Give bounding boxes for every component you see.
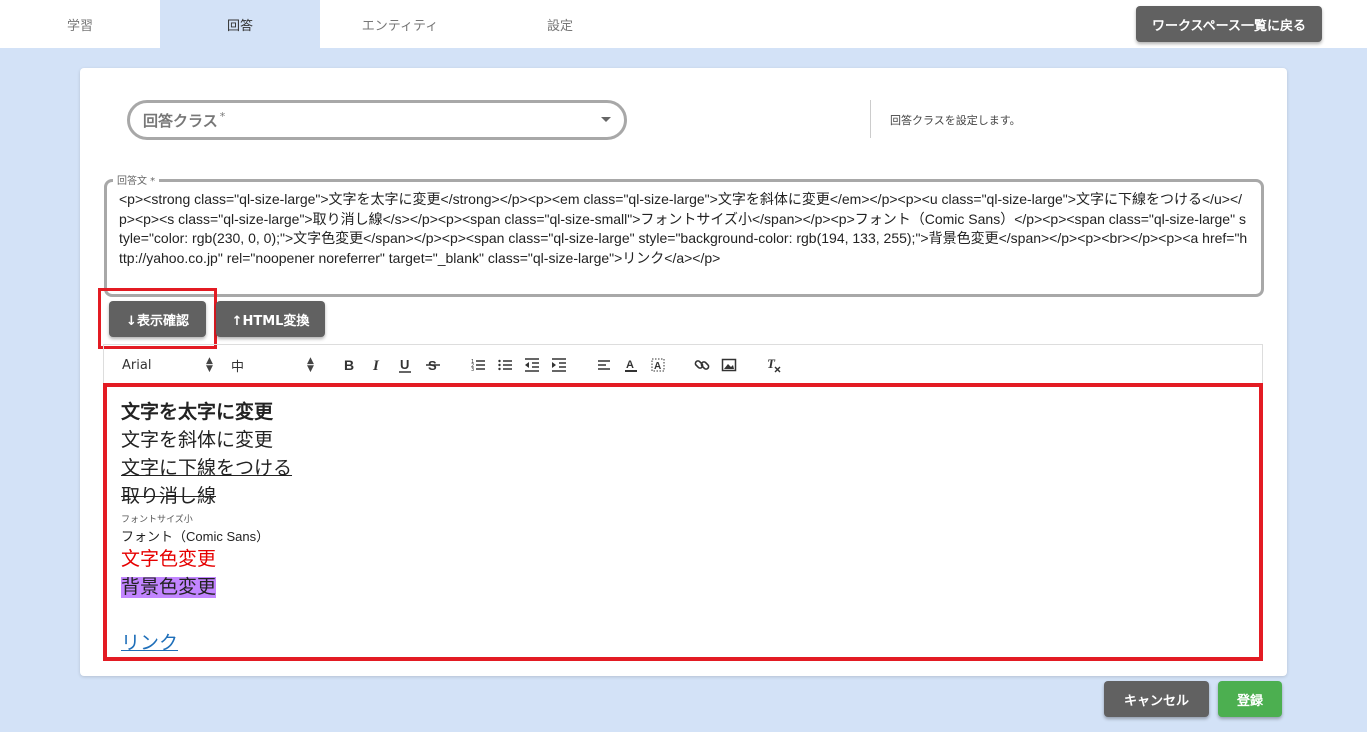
empty-line — [121, 602, 1245, 630]
size-select[interactable]: 中 ▲ ▼ — [231, 345, 321, 385]
background-color-text: 背景色変更 — [121, 577, 217, 598]
divider — [870, 100, 871, 138]
back-to-workspaces-button[interactable]: ワークスペース一覧に戻る — [1135, 6, 1322, 42]
clear-format-icon[interactable]: T — [766, 357, 782, 373]
svg-text:B: B — [344, 357, 354, 373]
preview-button[interactable]: ↓表示確認 — [109, 301, 206, 337]
save-button[interactable]: 登録 — [1218, 681, 1282, 717]
italic-icon[interactable]: I — [369, 357, 385, 373]
svg-text:3: 3 — [471, 367, 474, 373]
tab-answer[interactable]: 回答 — [160, 0, 320, 48]
font-text: フォント（Comic Sans） — [121, 529, 270, 544]
ordered-list-icon[interactable]: 123 — [470, 357, 486, 373]
font-select[interactable]: Arial ▲ ▼ — [122, 345, 222, 385]
size-select-value: 中 — [231, 359, 245, 375]
answer-form-card: 回答クラス * 回答クラスを設定します。 <p><strong class="ql… — [80, 68, 1287, 676]
font-select-value: Arial — [122, 357, 152, 373]
bold-icon[interactable]: B — [341, 357, 357, 373]
svg-text:A: A — [626, 359, 634, 371]
answer-class-label: 回答クラス * — [143, 109, 226, 130]
select-arrows-icon: ▲ ▼ — [307, 356, 314, 374]
answer-html-text[interactable]: <p><strong class="ql-size-large">文字を太字に変… — [119, 190, 1249, 268]
select-arrows-icon: ▲ ▼ — [206, 356, 213, 374]
outdent-icon[interactable] — [524, 357, 540, 373]
underline-text: 文字に下線をつける — [121, 458, 293, 479]
italic-text: 文字を斜体に変更 — [121, 430, 274, 451]
underline-icon[interactable]: U — [397, 357, 413, 373]
tab-entity[interactable]: エンティティ — [320, 0, 480, 48]
bold-text: 文字を太字に変更 — [121, 402, 274, 423]
html-convert-button[interactable]: ↑HTML変換 — [216, 301, 325, 337]
answer-class-hint: 回答クラスを設定します。 — [890, 114, 1021, 127]
answer-class-select[interactable]: 回答クラス * — [127, 100, 627, 140]
background-color-icon[interactable]: A — [650, 357, 666, 373]
tab-learning[interactable]: 学習 — [0, 0, 160, 48]
svg-text:I: I — [372, 358, 380, 373]
tab-settings[interactable]: 設定 — [480, 0, 640, 48]
answer-text-field[interactable]: <p><strong class="ql-size-large">文字を太字に変… — [104, 179, 1264, 297]
strike-text: 取り消し線 — [121, 486, 217, 507]
svg-text:U: U — [400, 357, 409, 372]
image-icon[interactable] — [721, 357, 737, 373]
strike-icon[interactable]: S — [425, 357, 441, 373]
rich-text-editor[interactable]: 文字を太字に変更 文字を斜体に変更 文字に下線をつける 取り消し線 フォントサイ… — [103, 383, 1263, 661]
top-nav: 学習 回答 エンティティ 設定 ワークスペース一覧に戻る — [0, 0, 1367, 48]
editor-toolbar: Arial ▲▼ 中 ▲▼ B I U S 123 A A T — [103, 344, 1263, 384]
link-text[interactable]: リンク — [121, 633, 178, 654]
answer-text-label: 回答文 * — [113, 172, 160, 187]
link-icon[interactable] — [694, 357, 710, 373]
text-color-icon[interactable]: A — [623, 357, 639, 373]
svg-text:A: A — [654, 361, 661, 372]
svg-text:T: T — [767, 357, 776, 371]
bullet-list-icon[interactable] — [497, 357, 513, 373]
dropdown-arrow-icon — [601, 117, 611, 122]
cancel-button[interactable]: キャンセル — [1104, 681, 1209, 717]
align-icon[interactable] — [596, 357, 612, 373]
small-text: フォントサイズ小 — [121, 514, 193, 524]
indent-icon[interactable] — [551, 357, 567, 373]
red-text: 文字色変更 — [121, 549, 217, 570]
